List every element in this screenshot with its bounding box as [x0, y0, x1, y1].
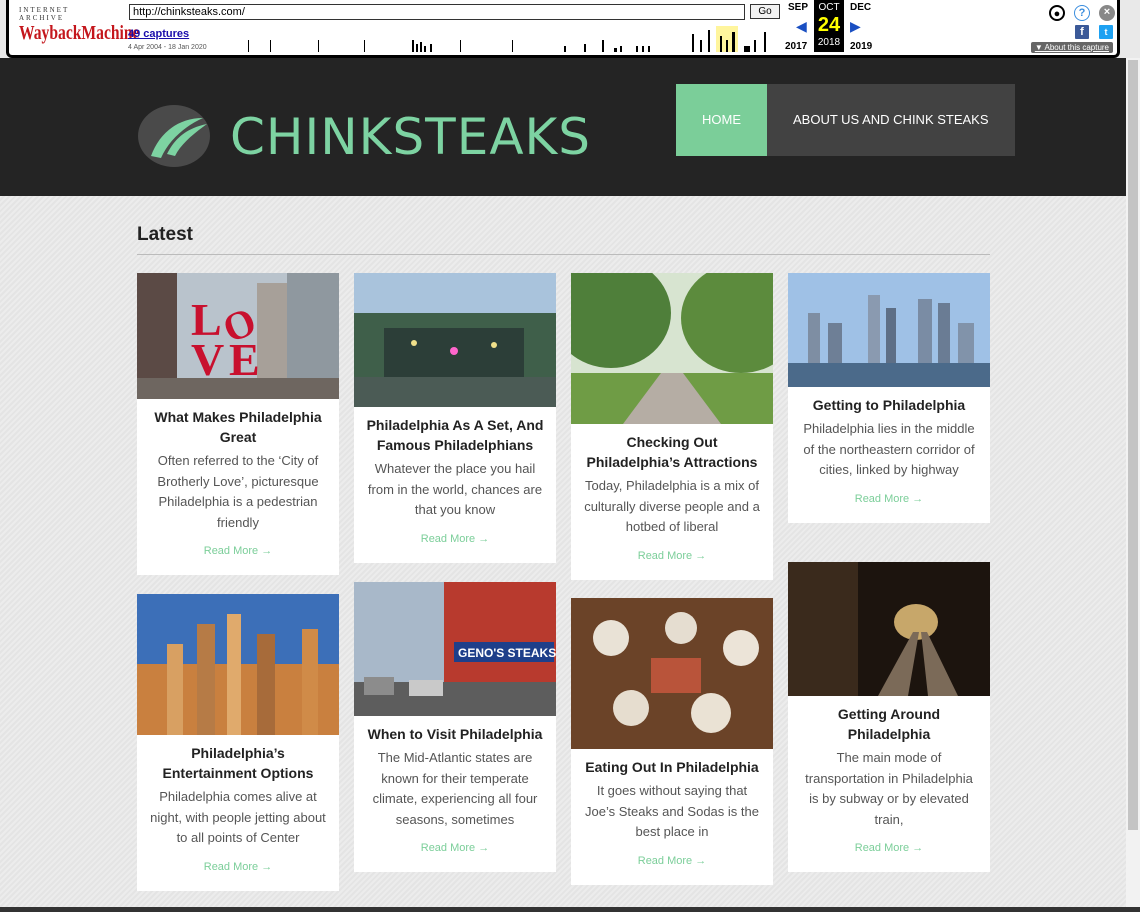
post-title[interactable]: Philadelphia’s Entertainment Options: [137, 735, 339, 783]
facebook-icon[interactable]: f: [1075, 25, 1089, 39]
post-image[interactable]: [354, 273, 556, 407]
twitter-icon[interactable]: t: [1099, 25, 1113, 39]
post-title[interactable]: Getting to Philadelphia: [788, 387, 990, 415]
user-account-icon[interactable]: ●: [1049, 5, 1065, 21]
prev-capture-arrow-icon[interactable]: ◀: [796, 18, 807, 35]
read-more-link[interactable]: Read More →: [788, 830, 990, 872]
close-icon[interactable]: ×: [1099, 5, 1115, 21]
about-capture-label: About this capture: [1044, 43, 1109, 52]
read-more-link[interactable]: Read More →: [571, 538, 773, 580]
post-image[interactable]: [788, 273, 990, 387]
read-more-link[interactable]: Read More →: [354, 830, 556, 872]
nav-home[interactable]: HOME: [676, 84, 767, 156]
read-more-link[interactable]: Read More →: [788, 481, 990, 523]
post-image[interactable]: [571, 598, 773, 749]
read-more-link[interactable]: Read More →: [354, 521, 556, 563]
post-title[interactable]: Getting Around Philadelphia: [788, 696, 990, 744]
post-title[interactable]: What Makes Philadelphia Great: [137, 399, 339, 447]
wayback-sparkline[interactable]: [224, 26, 774, 52]
post-title[interactable]: Philadelphia As A Set, And Famous Philad…: [354, 407, 556, 455]
post-card: Checking Out Philadelphia’s Attractions …: [571, 273, 773, 580]
post-image[interactable]: L O V E: [137, 273, 339, 399]
svg-text:V: V: [191, 334, 224, 385]
read-more-link[interactable]: Read More →: [137, 849, 339, 891]
post-excerpt: The main mode of transportation in Phila…: [805, 750, 973, 827]
wayback-current-date: OCT 24 2018: [814, 0, 844, 52]
latest-heading: Latest: [137, 224, 193, 245]
site-logo-icon[interactable]: [137, 104, 211, 168]
post-card: Getting Around Philadelphia The main mod…: [788, 562, 990, 872]
svg-text:E: E: [229, 334, 260, 385]
wayback-current-day: 24: [817, 14, 841, 36]
post-excerpt: Philadelphia lies in the middle of the n…: [803, 421, 975, 477]
wayback-logo[interactable]: INTERNET ARCHIVE WaybackMachine: [19, 6, 140, 46]
post-card: Philadelphia As A Set, And Famous Philad…: [354, 273, 556, 563]
svg-text:GENO'S STEAKS: GENO'S STEAKS: [458, 646, 556, 660]
wayback-prev-month[interactable]: SEP: [788, 2, 808, 13]
content-area: Latest L O V E What Makes Philadelphia G…: [0, 196, 1126, 912]
wayback-logo-main: WaybackMachine: [19, 22, 140, 44]
bottom-bar: [0, 907, 1140, 912]
post-card: GENO'S STEAKS When to Visit Philadelphia…: [354, 582, 556, 872]
post-image[interactable]: [788, 562, 990, 696]
main-nav: HOME ABOUT US AND CHINK STEAKS: [676, 84, 1015, 156]
post-image[interactable]: GENO'S STEAKS: [354, 582, 556, 716]
nav-about[interactable]: ABOUT US AND CHINK STEAKS: [767, 84, 1015, 156]
post-image[interactable]: [571, 273, 773, 424]
post-title[interactable]: When to Visit Philadelphia: [354, 716, 556, 744]
post-excerpt: Often referred to the ‘City of Brotherly…: [157, 453, 319, 530]
next-capture-arrow-icon[interactable]: ▶: [850, 18, 861, 35]
wayback-go-button[interactable]: Go: [750, 4, 780, 19]
about-capture-link[interactable]: ▼ About this capture: [1030, 42, 1113, 53]
wayback-prev-year[interactable]: 2017: [785, 41, 807, 52]
read-more-link[interactable]: Read More →: [137, 533, 339, 575]
post-card: Getting to Philadelphia Philadelphia lie…: [788, 273, 990, 523]
wayback-toolbar: INTERNET ARCHIVE WaybackMachine Go 49 ca…: [6, 0, 1120, 58]
wayback-next-year[interactable]: 2019: [850, 41, 872, 52]
help-icon[interactable]: ?: [1074, 5, 1090, 21]
wayback-next-month[interactable]: DEC: [850, 2, 871, 13]
latest-divider: [137, 254, 990, 255]
post-card: L O V E What Makes Philadelphia Great Of…: [137, 273, 339, 575]
wayback-logo-top: INTERNET ARCHIVE: [19, 6, 70, 22]
wayback-current-year: 2018: [817, 37, 841, 48]
wayback-date-range: 4 Apr 2004 - 18 Jan 2020: [128, 44, 207, 51]
post-title[interactable]: Eating Out In Philadelphia: [571, 749, 773, 777]
post-excerpt: Philadelphia comes alive at night, with …: [150, 789, 326, 845]
post-card: Philadelphia’s Entertainment Options Phi…: [137, 594, 339, 891]
post-card: Eating Out In Philadelphia It goes witho…: [571, 598, 773, 885]
post-excerpt: Today, Philadelphia is a mix of cultural…: [584, 478, 760, 534]
post-image[interactable]: [137, 594, 339, 735]
wayback-current-month: OCT: [818, 2, 840, 13]
post-title[interactable]: Checking Out Philadelphia’s Attractions: [571, 424, 773, 472]
page-scrollbar-thumb[interactable]: [1128, 60, 1138, 830]
read-more-link[interactable]: Read More →: [571, 843, 773, 885]
post-excerpt: It goes without saying that Joe’s Steaks…: [585, 783, 759, 839]
wayback-url-input[interactable]: [129, 4, 745, 20]
wayback-captures-link[interactable]: 49 captures: [128, 28, 189, 40]
site-header: CHINKSTEAKS HOME ABOUT US AND CHINK STEA…: [0, 58, 1126, 196]
post-excerpt: The Mid-Atlantic states are known for th…: [372, 750, 538, 827]
site-title[interactable]: CHINKSTEAKS: [230, 108, 591, 166]
post-excerpt: Whatever the place you hail from in the …: [367, 461, 543, 517]
